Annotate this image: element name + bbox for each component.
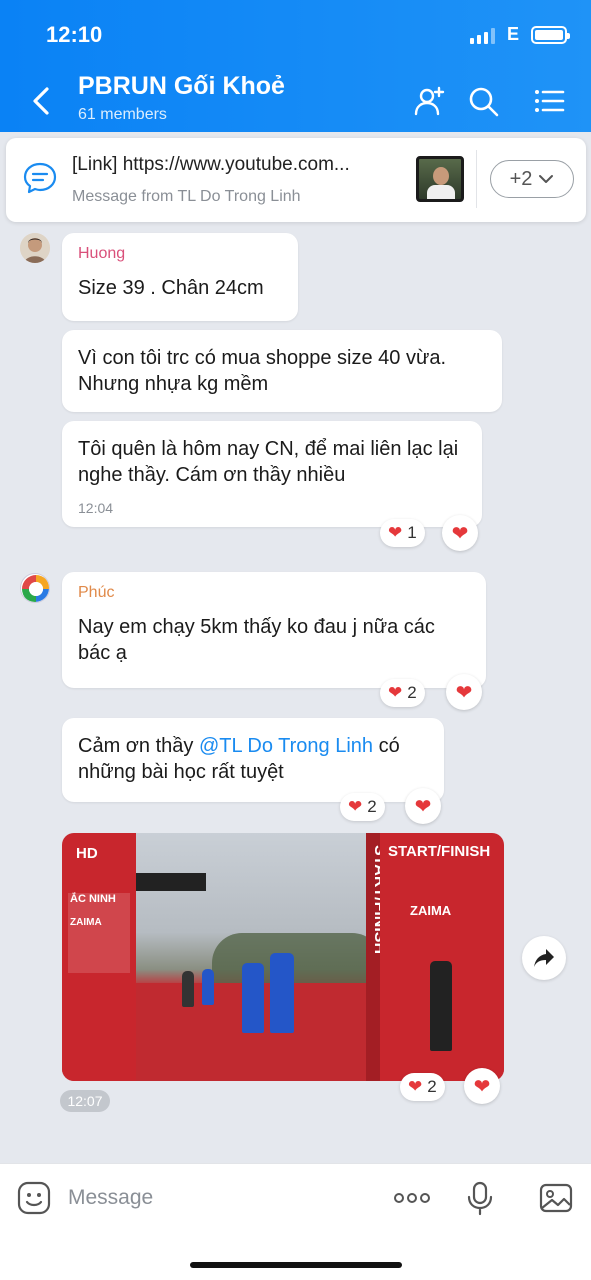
message-text: Vì con tôi trc có mua shoppe size 40 vừa… — [78, 347, 447, 395]
runner-figure — [270, 953, 294, 1033]
gate-sign-text: START/FINISH — [388, 843, 491, 860]
react-button[interactable]: ❤ — [446, 674, 482, 710]
react-button[interactable]: ❤ — [405, 788, 441, 824]
status-indicators: E — [469, 24, 570, 45]
heart-icon: ❤ — [414, 795, 432, 818]
gate-sign-text: ZAIMA — [70, 917, 102, 928]
message-text: Tôi quên là hôm nay CN, để mai liên lạc … — [78, 438, 459, 486]
message-text: Size 39 . Chân 24cm — [78, 277, 264, 299]
home-indicator[interactable] — [190, 1262, 402, 1268]
search-icon[interactable] — [466, 84, 500, 118]
more-pinned-count: +2 — [509, 167, 533, 190]
mention-link[interactable]: @TL Do Trong Linh — [199, 735, 373, 757]
message-bubble[interactable]: Vì con tôi trc có mua shoppe size 40 vừa… — [62, 330, 502, 412]
gate-left: ẮC NINH ZAIMA — [62, 833, 136, 1081]
message-text: Cảm ơn thầy — [78, 735, 199, 757]
message-time: 12:04 — [78, 500, 114, 516]
pinned-thumbnail[interactable] — [416, 156, 464, 202]
video-time: 12:07 — [60, 1090, 110, 1112]
runner-figure — [430, 961, 452, 1051]
video-message[interactable]: ẮC NINH ZAIMA START/FINISH START/FINISH … — [62, 833, 504, 1081]
network-type: E — [506, 24, 519, 44]
add-member-icon[interactable] — [412, 84, 446, 118]
message-bubble[interactable]: Tôi quên là hôm nay CN, để mai liên lạc … — [62, 421, 482, 527]
gate-sign-text: ẮC NINH — [70, 893, 116, 905]
share-arrow-icon — [534, 949, 554, 967]
avatar-huong[interactable] — [20, 233, 50, 263]
runner-figure — [242, 963, 264, 1033]
heart-icon: ❤ — [473, 1075, 491, 1098]
more-pinned-button[interactable]: +2 — [490, 160, 574, 198]
reaction-number: 2 — [367, 797, 377, 816]
react-button[interactable]: ❤ — [464, 1068, 500, 1104]
chat-header: 12:10 E PBRUN Gối Khoẻ 61 members — [0, 0, 591, 132]
runner-figure — [182, 971, 194, 1007]
divider — [476, 150, 477, 208]
reaction-number: 2 — [427, 1077, 437, 1096]
microphone-icon[interactable] — [462, 1180, 498, 1216]
reaction-number: 2 — [407, 683, 417, 702]
message-input[interactable]: Message — [68, 1186, 153, 1210]
pinned-link-text[interactable]: [Link] https://www.youtube.com... — [72, 154, 350, 176]
reaction-count[interactable]: ❤ 2 — [400, 1073, 445, 1101]
gate-sign-text: ZAIMA — [410, 903, 452, 918]
avatar-image — [22, 575, 49, 602]
sticker-icon[interactable] — [16, 1180, 52, 1216]
message-text: Nay em chạy 5km thấy ko đau j nữa các bá… — [78, 616, 435, 664]
share-button[interactable] — [522, 936, 566, 980]
signal-icon — [469, 26, 495, 44]
reaction-count[interactable]: ❤ 1 — [380, 519, 425, 547]
avatar-image — [20, 233, 50, 263]
message-bubble[interactable]: Cảm ơn thầy @TL Do Trong Linh có những b… — [62, 718, 444, 802]
heart-icon: ❤ — [455, 681, 473, 704]
image-gallery-icon[interactable] — [538, 1180, 574, 1216]
heart-icon: ❤ — [388, 523, 403, 542]
heart-icon: ❤ — [388, 683, 403, 702]
avatar-phuc[interactable] — [20, 573, 50, 603]
more-options-icon[interactable] — [392, 1180, 432, 1216]
react-button[interactable]: ❤ — [442, 515, 478, 551]
battery-icon — [531, 25, 570, 44]
reaction-count[interactable]: ❤ 2 — [380, 679, 425, 707]
chat-title[interactable]: PBRUN Gối Khoẻ — [78, 72, 285, 101]
heart-icon: ❤ — [348, 797, 363, 816]
message-bubble[interactable]: Phúc Nay em chạy 5km thấy ko đau j nữa c… — [62, 572, 486, 688]
heart-icon: ❤ — [408, 1077, 423, 1096]
hd-badge: HD — [76, 845, 98, 862]
status-time: 12:10 — [46, 22, 103, 47]
back-arrow-icon[interactable] — [26, 84, 56, 118]
pinned-sender-text: Message from TL Do Trong Linh — [72, 188, 301, 205]
heart-icon: ❤ — [451, 522, 469, 545]
chat-bubble-icon — [23, 162, 57, 194]
sender-name[interactable]: Huong — [78, 245, 282, 263]
menu-list-icon[interactable] — [532, 84, 566, 118]
member-count: 61 members — [78, 106, 167, 123]
runner-figure — [202, 969, 214, 1005]
chevron-down-icon — [539, 175, 554, 183]
timer-display — [136, 873, 206, 891]
sender-name[interactable]: Phúc — [78, 584, 470, 602]
pinned-message[interactable]: [Link] https://www.youtube.com... Messag… — [6, 138, 586, 222]
reaction-number: 1 — [407, 523, 417, 542]
message-bubble[interactable]: Huong Size 39 . Chân 24cm — [62, 233, 298, 321]
reaction-count[interactable]: ❤ 2 — [340, 793, 385, 821]
